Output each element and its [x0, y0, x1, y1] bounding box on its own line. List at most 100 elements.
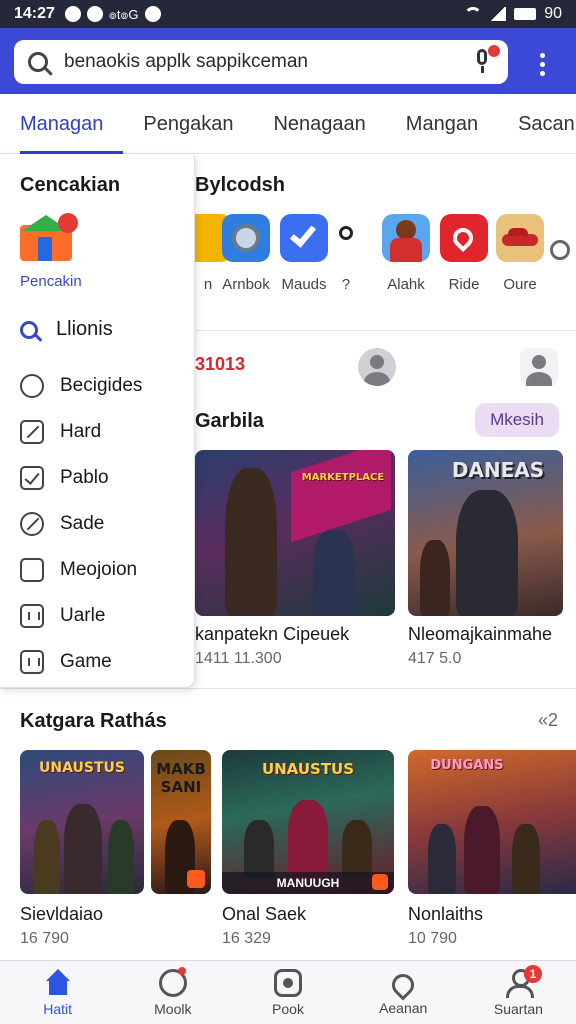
nav-book[interactable]: Pook	[230, 961, 345, 1024]
drawer-search-item[interactable]: Llionis	[20, 318, 194, 341]
heart-app-icon	[440, 214, 488, 262]
status-time: 14:27	[14, 5, 55, 22]
notification-dot	[178, 967, 187, 975]
mic-icon[interactable]	[472, 45, 500, 75]
more-button[interactable]: Mkesih	[475, 403, 559, 437]
drawer-item[interactable]: Sade	[20, 501, 194, 547]
play-badge-icon	[372, 874, 388, 890]
app-label: Alahk	[387, 276, 425, 293]
app-item-partial[interactable]	[550, 214, 576, 260]
search-input[interactable]: benaokis applk sappikceman	[64, 51, 472, 73]
drawer-item-label: Pablo	[60, 467, 109, 488]
status-bar: 14:27 ๏t๏G 90	[0, 0, 576, 28]
camera-app-icon	[222, 214, 270, 262]
app-item[interactable]: ?	[328, 214, 364, 293]
drawer-item-label: Sade	[60, 513, 105, 534]
tab-mangan[interactable]: Mangan	[386, 94, 498, 154]
signal-icon	[490, 7, 507, 21]
battery-level: 90	[544, 5, 562, 22]
notification-badge	[58, 213, 78, 233]
shop-app-icon[interactable]	[20, 213, 78, 263]
category-card-title: Nonlaiths	[408, 904, 484, 924]
nav-label: Hatit	[43, 1000, 72, 1017]
tab-pengakan[interactable]: Pengakan	[123, 94, 253, 154]
nav-label: Moolk	[154, 1000, 192, 1017]
drawer-item-label: Game	[60, 651, 112, 672]
drawer-item[interactable]: Uarle	[20, 593, 194, 639]
category-count[interactable]: «2	[538, 710, 558, 731]
drawer-item[interactable]: Meojoion	[20, 547, 194, 593]
tab-sacan[interactable]: Sacan	[498, 94, 576, 154]
drawer-item[interactable]: Game	[20, 639, 194, 685]
game-emblem: DUNGANS	[430, 758, 504, 773]
play-badge-icon	[187, 870, 205, 888]
app-item[interactable]: Arnbok	[216, 214, 276, 293]
category-drawer: Cencakian Pencakin Llionis Becigides Har…	[0, 154, 195, 688]
more-menu-icon[interactable]	[540, 53, 546, 76]
drawer-title: Cencakian	[20, 174, 121, 196]
bottom-nav: Hatit Moolk Pook Aeanan 1 Suartan	[0, 960, 576, 1024]
category-card-subtitle: 16 329	[222, 930, 271, 947]
drawer-item-label: Meojoion	[60, 559, 138, 580]
game-card-art[interactable]: DANEAS	[408, 450, 563, 616]
app-label: Ride	[448, 276, 480, 293]
game-card-title: Nleomajkainmahe	[408, 624, 553, 644]
game-card-art[interactable]: MARKETPLACE	[195, 450, 395, 616]
category-card-subtitle: 16 790	[20, 930, 69, 947]
app-item[interactable]: Oure	[490, 214, 550, 293]
sync-icon	[86, 6, 103, 22]
drawer-item[interactable]: Hard	[20, 409, 194, 455]
square-icon	[20, 558, 44, 582]
checkbox-icon	[20, 466, 44, 490]
game-emblem: MAKB SANI	[156, 760, 206, 796]
app-label: Mauds	[281, 276, 327, 293]
category-card-title: Sievldaiao	[20, 904, 104, 924]
game-card-subtitle: 1411 11.300	[195, 650, 282, 667]
mic-badge	[488, 45, 500, 57]
nav-profile[interactable]: 1 Suartan	[461, 961, 576, 1024]
drawer-list: Becigides Hard Pablo Sade Meojoion Uarle	[20, 363, 194, 685]
app-item[interactable]: Ride	[434, 214, 494, 293]
home-icon	[44, 968, 72, 997]
category-card-art[interactable]: UNAUSTUS	[20, 750, 144, 894]
search-icon	[20, 320, 38, 339]
app-item[interactable]: Mauds	[274, 214, 334, 293]
nav-label: Suartan	[493, 1000, 543, 1017]
avatar[interactable]	[358, 348, 396, 386]
nav-home[interactable]: Hatit	[0, 961, 115, 1024]
section-divider	[0, 688, 576, 689]
car-app-icon	[496, 214, 544, 262]
nav-label: Pook	[272, 1000, 304, 1017]
carrier-label: ๏t๏G	[108, 6, 139, 22]
nav-favorites[interactable]: Aeanan	[346, 961, 461, 1024]
search-icon	[28, 52, 48, 72]
category-card-title: Onal Saek	[222, 904, 307, 924]
leaf-icon	[20, 512, 44, 536]
app-item[interactable]: Alahk	[376, 214, 436, 293]
app-label: ?	[341, 276, 351, 293]
drawer-app-label[interactable]: Pencakin	[20, 273, 194, 290]
game-emblem: MARKETPLACE	[301, 472, 385, 483]
character-app-icon	[382, 214, 430, 262]
tab-nenagaan[interactable]: Nenagaan	[253, 94, 385, 154]
category-card-art[interactable]: UNAUSTUS MANUUGH	[222, 750, 394, 894]
drawer-item[interactable]: Becigides	[20, 363, 194, 409]
drawer-search-label: Llionis	[56, 318, 113, 340]
game-emblem: UNAUSTUS	[261, 760, 355, 778]
game-emblem: DANEAS	[451, 458, 545, 482]
category-card-art[interactable]: MAKB SANI	[151, 750, 211, 894]
category-card-art[interactable]: DUNGANS	[408, 750, 576, 894]
tab-managan[interactable]: Managan	[0, 94, 124, 154]
game-card-title: kanpatekn Cipeuek	[195, 624, 350, 644]
drawer-item-label: Hard	[60, 421, 102, 442]
drawer-item-label: Uarle	[60, 605, 106, 626]
search-bar[interactable]: benaokis applk sappikceman	[14, 40, 508, 84]
app-indicator-icon	[144, 6, 161, 22]
nav-search[interactable]: Moolk	[115, 961, 230, 1024]
heart-icon	[387, 968, 419, 1001]
user-group-avatar[interactable]	[520, 348, 558, 386]
drawer-item[interactable]: Pablo	[20, 455, 194, 501]
featured-app-row: n Arnbok Mauds ? Alahk Ride Oure	[178, 214, 576, 304]
app-screen: 14:27 ๏t๏G 90 benaokis applk sappikceman…	[0, 0, 576, 1024]
check-app-icon	[280, 214, 328, 262]
